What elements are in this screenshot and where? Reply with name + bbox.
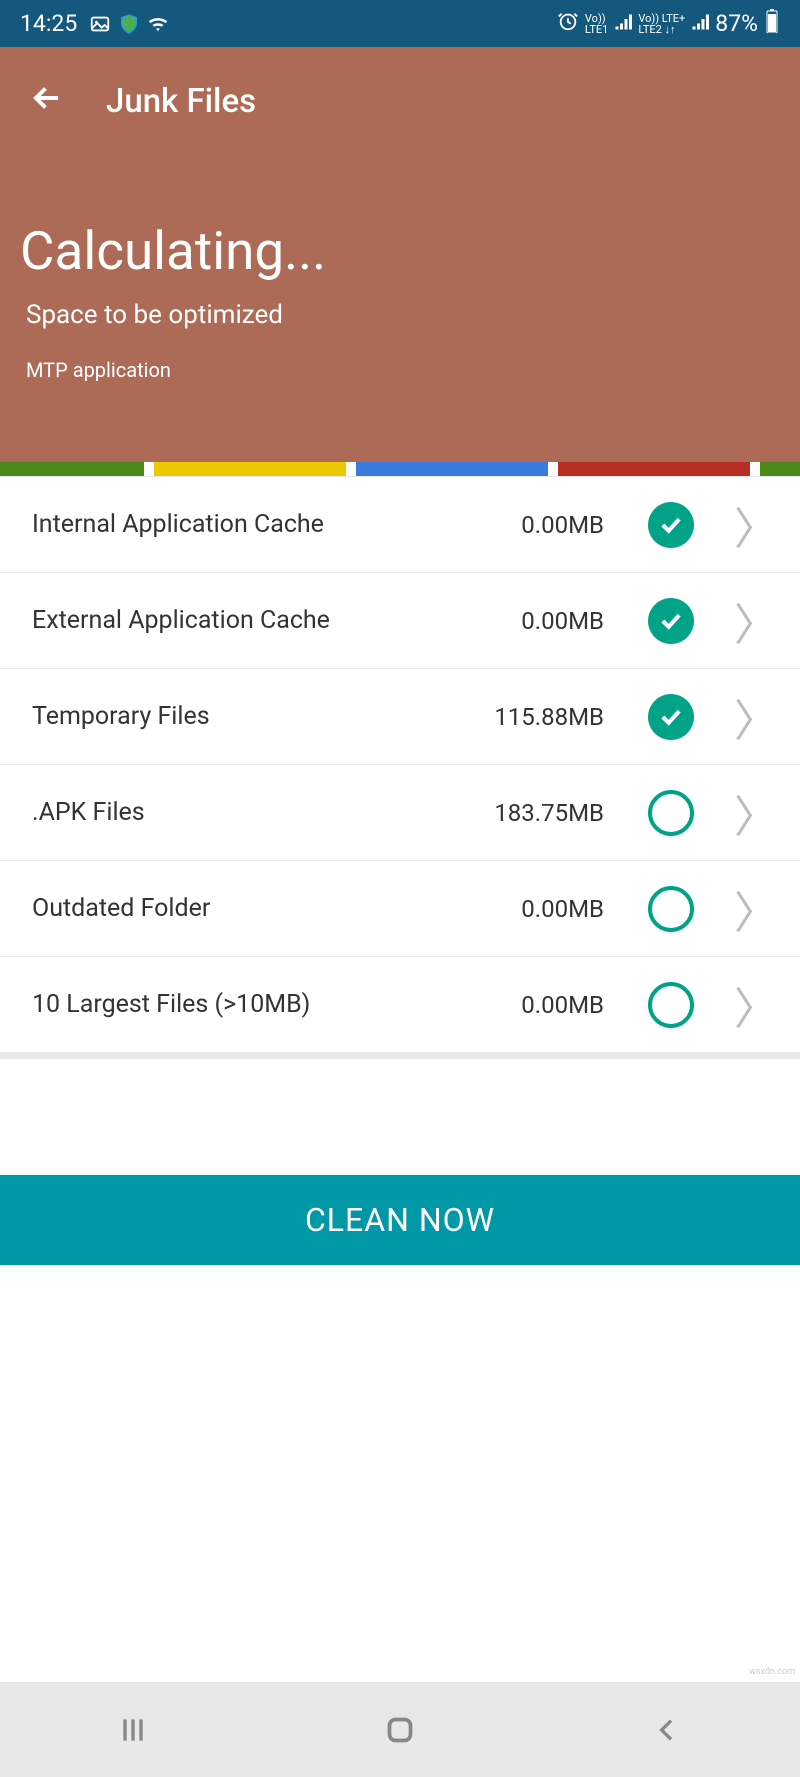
status-subtitle: Space to be optimized — [20, 300, 780, 330]
signal1-icon — [614, 10, 632, 37]
checkbox-icon[interactable] — [648, 982, 694, 1028]
list-item[interactable]: Temporary Files 115.88MB 〉 — [0, 669, 800, 765]
list-item[interactable]: Internal Application Cache 0.00MB 〉 — [0, 477, 800, 573]
progress-segment — [154, 462, 346, 476]
watermark: wsxdn.com — [749, 1667, 795, 1677]
back-button[interactable] — [651, 1714, 683, 1746]
sim1-label: Vo))LTE1 — [585, 13, 608, 35]
status-bar: 14:25 Vo))LTE1 Vo)) LTE+LTE2 ↓↑ 87% — [0, 0, 800, 47]
item-label: External Application Cache — [32, 606, 521, 635]
item-size: 0.00MB — [521, 895, 604, 923]
progress-color-bar — [0, 462, 800, 476]
status-heading: Calculating... — [20, 220, 780, 282]
checkbox-icon[interactable] — [648, 790, 694, 836]
item-label: Temporary Files — [32, 702, 494, 731]
item-size: 115.88MB — [494, 703, 604, 731]
status-right: Vo))LTE1 Vo)) LTE+LTE2 ↓↑ 87% — [557, 9, 780, 39]
item-size: 183.75MB — [494, 799, 604, 827]
back-arrow-icon[interactable] — [28, 79, 66, 123]
item-size: 0.00MB — [521, 991, 604, 1019]
checkbox-icon[interactable] — [648, 502, 694, 548]
chevron-right-icon[interactable]: 〉 — [734, 493, 778, 557]
chevron-right-icon[interactable]: 〉 — [734, 781, 778, 845]
navigation-bar — [0, 1682, 800, 1777]
chevron-right-icon[interactable]: 〉 — [734, 973, 778, 1037]
progress-segment — [356, 462, 548, 476]
battery-percent: 87% — [715, 10, 758, 37]
checkbox-icon[interactable] — [648, 694, 694, 740]
chevron-right-icon[interactable]: 〉 — [734, 685, 778, 749]
item-size: 0.00MB — [521, 607, 604, 635]
app-bar: Junk Files — [0, 47, 800, 143]
checkbox-icon[interactable] — [648, 886, 694, 932]
item-label: Internal Application Cache — [32, 510, 521, 539]
status-icons-left — [89, 13, 169, 35]
list-item[interactable]: .APK Files 183.75MB 〉 — [0, 765, 800, 861]
battery-icon — [764, 9, 780, 39]
home-button[interactable] — [382, 1712, 418, 1748]
recents-button[interactable] — [117, 1714, 149, 1746]
clock-time: 14:25 — [20, 10, 77, 37]
junk-list: Internal Application Cache 0.00MB 〉 Exte… — [0, 476, 800, 1059]
progress-segment — [558, 462, 750, 476]
list-item[interactable]: 10 Largest Files (>10MB) 0.00MB 〉 — [0, 957, 800, 1053]
progress-segment — [0, 462, 144, 476]
chevron-right-icon[interactable]: 〉 — [734, 589, 778, 653]
current-scan-item: MTP application — [20, 358, 780, 382]
header: Junk Files Calculating... Space to be op… — [0, 47, 800, 462]
chevron-right-icon[interactable]: 〉 — [734, 877, 778, 941]
checkbox-icon[interactable] — [648, 598, 694, 644]
signal2-icon — [691, 10, 709, 37]
clean-now-button[interactable]: CLEAN NOW — [0, 1175, 800, 1265]
status-left: 14:25 — [20, 10, 169, 37]
item-label: .APK Files — [32, 798, 494, 827]
alarm-icon — [557, 10, 579, 38]
page-title: Junk Files — [106, 82, 256, 121]
list-footer-divider — [0, 1053, 800, 1059]
sim2-label: Vo)) LTE+LTE2 ↓↑ — [638, 13, 685, 35]
list-item[interactable]: Outdated Folder 0.00MB 〉 — [0, 861, 800, 957]
list-item[interactable]: External Application Cache 0.00MB 〉 — [0, 573, 800, 669]
shield-icon — [118, 13, 140, 35]
header-content: Calculating... Space to be optimized MTP… — [0, 143, 800, 382]
progress-segment — [760, 462, 800, 476]
item-label: Outdated Folder — [32, 894, 521, 923]
item-size: 0.00MB — [521, 511, 604, 539]
item-label: 10 Largest Files (>10MB) — [32, 990, 521, 1019]
wifi-icon — [147, 13, 169, 35]
image-icon — [89, 13, 111, 35]
